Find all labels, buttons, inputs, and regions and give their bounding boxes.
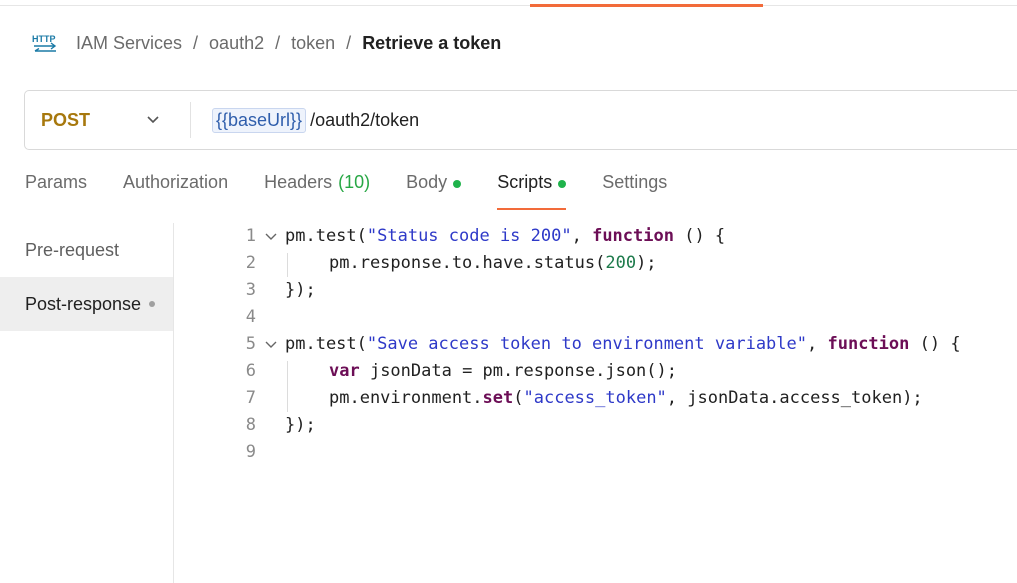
tab-params[interactable]: Params bbox=[25, 172, 87, 210]
active-request-tab-indicator bbox=[530, 4, 763, 7]
url-path: /oauth2/token bbox=[310, 109, 420, 130]
code-text: var jsonData = pm.response.json(); bbox=[329, 361, 677, 381]
code-line: 1 pm.test("Status code is 200", function… bbox=[174, 223, 1017, 250]
top-border bbox=[0, 0, 1017, 6]
sidebar-item-label: Pre-request bbox=[25, 239, 120, 260]
request-name[interactable]: Retrieve a token bbox=[362, 33, 501, 54]
code-text: }); bbox=[285, 415, 316, 435]
code-editor[interactable]: 1 pm.test("Status code is 200", function… bbox=[174, 223, 1017, 583]
sidebar-item-pre-request[interactable]: Pre-request bbox=[0, 223, 173, 277]
code-text: pm.environment.set("access_token", jsonD… bbox=[329, 388, 923, 408]
line-number: 1 bbox=[245, 226, 256, 246]
code-text: pm.test("Save access token to environmen… bbox=[285, 334, 961, 354]
tab-label: Scripts bbox=[497, 172, 553, 192]
line-number: 4 bbox=[245, 307, 256, 327]
tab-label: Body bbox=[406, 172, 448, 192]
svg-text:HTTP: HTTP bbox=[32, 34, 56, 44]
request-tabs: Params Authorization Headers (10) Body Sc… bbox=[25, 172, 703, 212]
breadcrumb-separator: / bbox=[346, 32, 352, 53]
http-icon: HTTP bbox=[31, 32, 59, 54]
chevron-down-icon bbox=[146, 115, 160, 125]
breadcrumb-item-collection[interactable]: IAM Services bbox=[76, 33, 182, 54]
tab-scripts[interactable]: Scripts bbox=[497, 172, 567, 210]
line-number: 5 bbox=[245, 334, 256, 354]
request-url-bar: POST {{baseUrl}} /oauth2/token bbox=[24, 90, 1017, 150]
tab-label: Settings bbox=[602, 172, 668, 192]
url-input[interactable]: {{baseUrl}} /oauth2/token bbox=[212, 107, 420, 133]
tab-body[interactable]: Body bbox=[406, 172, 462, 210]
breadcrumb-item-folder[interactable]: oauth2 bbox=[209, 33, 264, 54]
method-label: POST bbox=[41, 109, 91, 130]
tab-label: Authorization bbox=[123, 172, 229, 192]
breadcrumb-separator: / bbox=[275, 32, 281, 53]
has-content-dot-icon bbox=[149, 301, 156, 307]
sidebar-item-post-response[interactable]: Post-response bbox=[0, 277, 173, 331]
tab-headers[interactable]: Headers (10) bbox=[264, 172, 370, 210]
code-line: 9 bbox=[174, 439, 1017, 466]
line-number: 7 bbox=[245, 388, 256, 408]
line-number: 2 bbox=[245, 253, 256, 273]
tab-label: Params bbox=[25, 172, 88, 192]
code-line: 3 }); bbox=[174, 277, 1017, 304]
code-line: 4 bbox=[174, 304, 1017, 331]
code-line: 5 pm.test("Save access token to environm… bbox=[174, 331, 1017, 358]
code-text: }); bbox=[285, 280, 316, 300]
line-number: 6 bbox=[245, 361, 256, 381]
status-dot-icon bbox=[558, 180, 567, 188]
code-line: 2 pm.response.to.have.status(200); bbox=[174, 250, 1017, 277]
scripts-sidebar: Pre-request Post-response bbox=[0, 223, 174, 583]
url-variable[interactable]: {{baseUrl}} bbox=[212, 107, 307, 133]
line-number: 3 bbox=[245, 280, 256, 300]
line-number: 9 bbox=[245, 442, 256, 462]
status-dot-icon bbox=[453, 180, 462, 188]
code-text: pm.response.to.have.status(200); bbox=[329, 253, 657, 273]
code-line: 6 var jsonData = pm.response.json(); bbox=[174, 358, 1017, 385]
method-select[interactable]: POST bbox=[25, 110, 190, 131]
breadcrumb-separator: / bbox=[193, 32, 199, 53]
breadcrumb-item-subfolder[interactable]: token bbox=[291, 33, 335, 54]
code-line: 7 pm.environment.set("access_token", jso… bbox=[174, 385, 1017, 412]
breadcrumb: HTTP IAM Services / oauth2 / token / Ret… bbox=[31, 30, 501, 56]
headers-count-badge: (10) bbox=[338, 172, 371, 192]
sidebar-item-label: Post-response bbox=[25, 293, 142, 314]
line-number: 8 bbox=[245, 415, 256, 435]
tab-label: Headers bbox=[264, 172, 333, 192]
tab-authorization[interactable]: Authorization bbox=[123, 172, 228, 210]
tab-settings[interactable]: Settings bbox=[602, 172, 667, 210]
method-divider bbox=[190, 102, 191, 138]
code-line: 8 }); bbox=[174, 412, 1017, 439]
code-text: pm.test("Status code is 200", function (… bbox=[285, 226, 726, 246]
